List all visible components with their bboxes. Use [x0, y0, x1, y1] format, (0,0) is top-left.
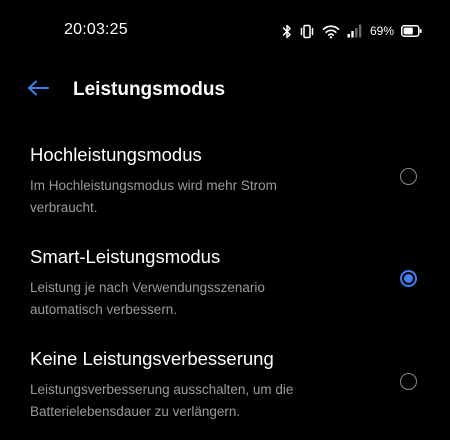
arrow-left-icon — [27, 80, 49, 101]
status-bar: 20:03:25 69% — [0, 0, 450, 62]
option-smart-performance[interactable]: Smart-Leistungsmodus Leistung je nach Ve… — [0, 236, 450, 338]
option-no-enhancement[interactable]: Keine Leistungsverbesserung Leistungsver… — [0, 338, 450, 440]
back-button[interactable] — [22, 74, 54, 106]
radio-button-smart-performance[interactable] — [400, 270, 417, 287]
status-time: 20:03:25 — [64, 21, 128, 38]
radio-button-no-enhancement[interactable] — [400, 373, 417, 390]
page-title: Leistungsmodus — [73, 79, 226, 100]
app-bar: Leistungsmodus — [0, 70, 450, 110]
vibrate-icon — [299, 24, 315, 39]
option-title: Smart-Leistungsmodus — [30, 246, 221, 267]
battery-icon — [401, 25, 422, 37]
bluetooth-icon — [282, 24, 292, 39]
performance-mode-options: Hochleistungsmodus Im Hochleistungsmodus… — [0, 134, 450, 440]
option-high-performance[interactable]: Hochleistungsmodus Im Hochleistungsmodus… — [0, 134, 450, 236]
battery-percent: 69% — [369, 24, 394, 38]
signal-icon — [347, 24, 362, 38]
option-title: Keine Leistungsverbesserung — [30, 348, 274, 369]
option-description: Leistung je nach Verwendungsszenario aut… — [30, 280, 265, 317]
option-title: Hochleistungsmodus — [30, 144, 202, 165]
status-icons: 69% — [282, 22, 422, 40]
wifi-icon — [322, 24, 340, 39]
radio-button-high-performance[interactable] — [400, 168, 417, 185]
option-description: Im Hochleistungsmodus wird mehr Strom ve… — [30, 178, 277, 215]
option-description: Leistungsverbesserung ausschalten, um di… — [30, 382, 294, 419]
radio-selected-dot — [404, 274, 413, 283]
